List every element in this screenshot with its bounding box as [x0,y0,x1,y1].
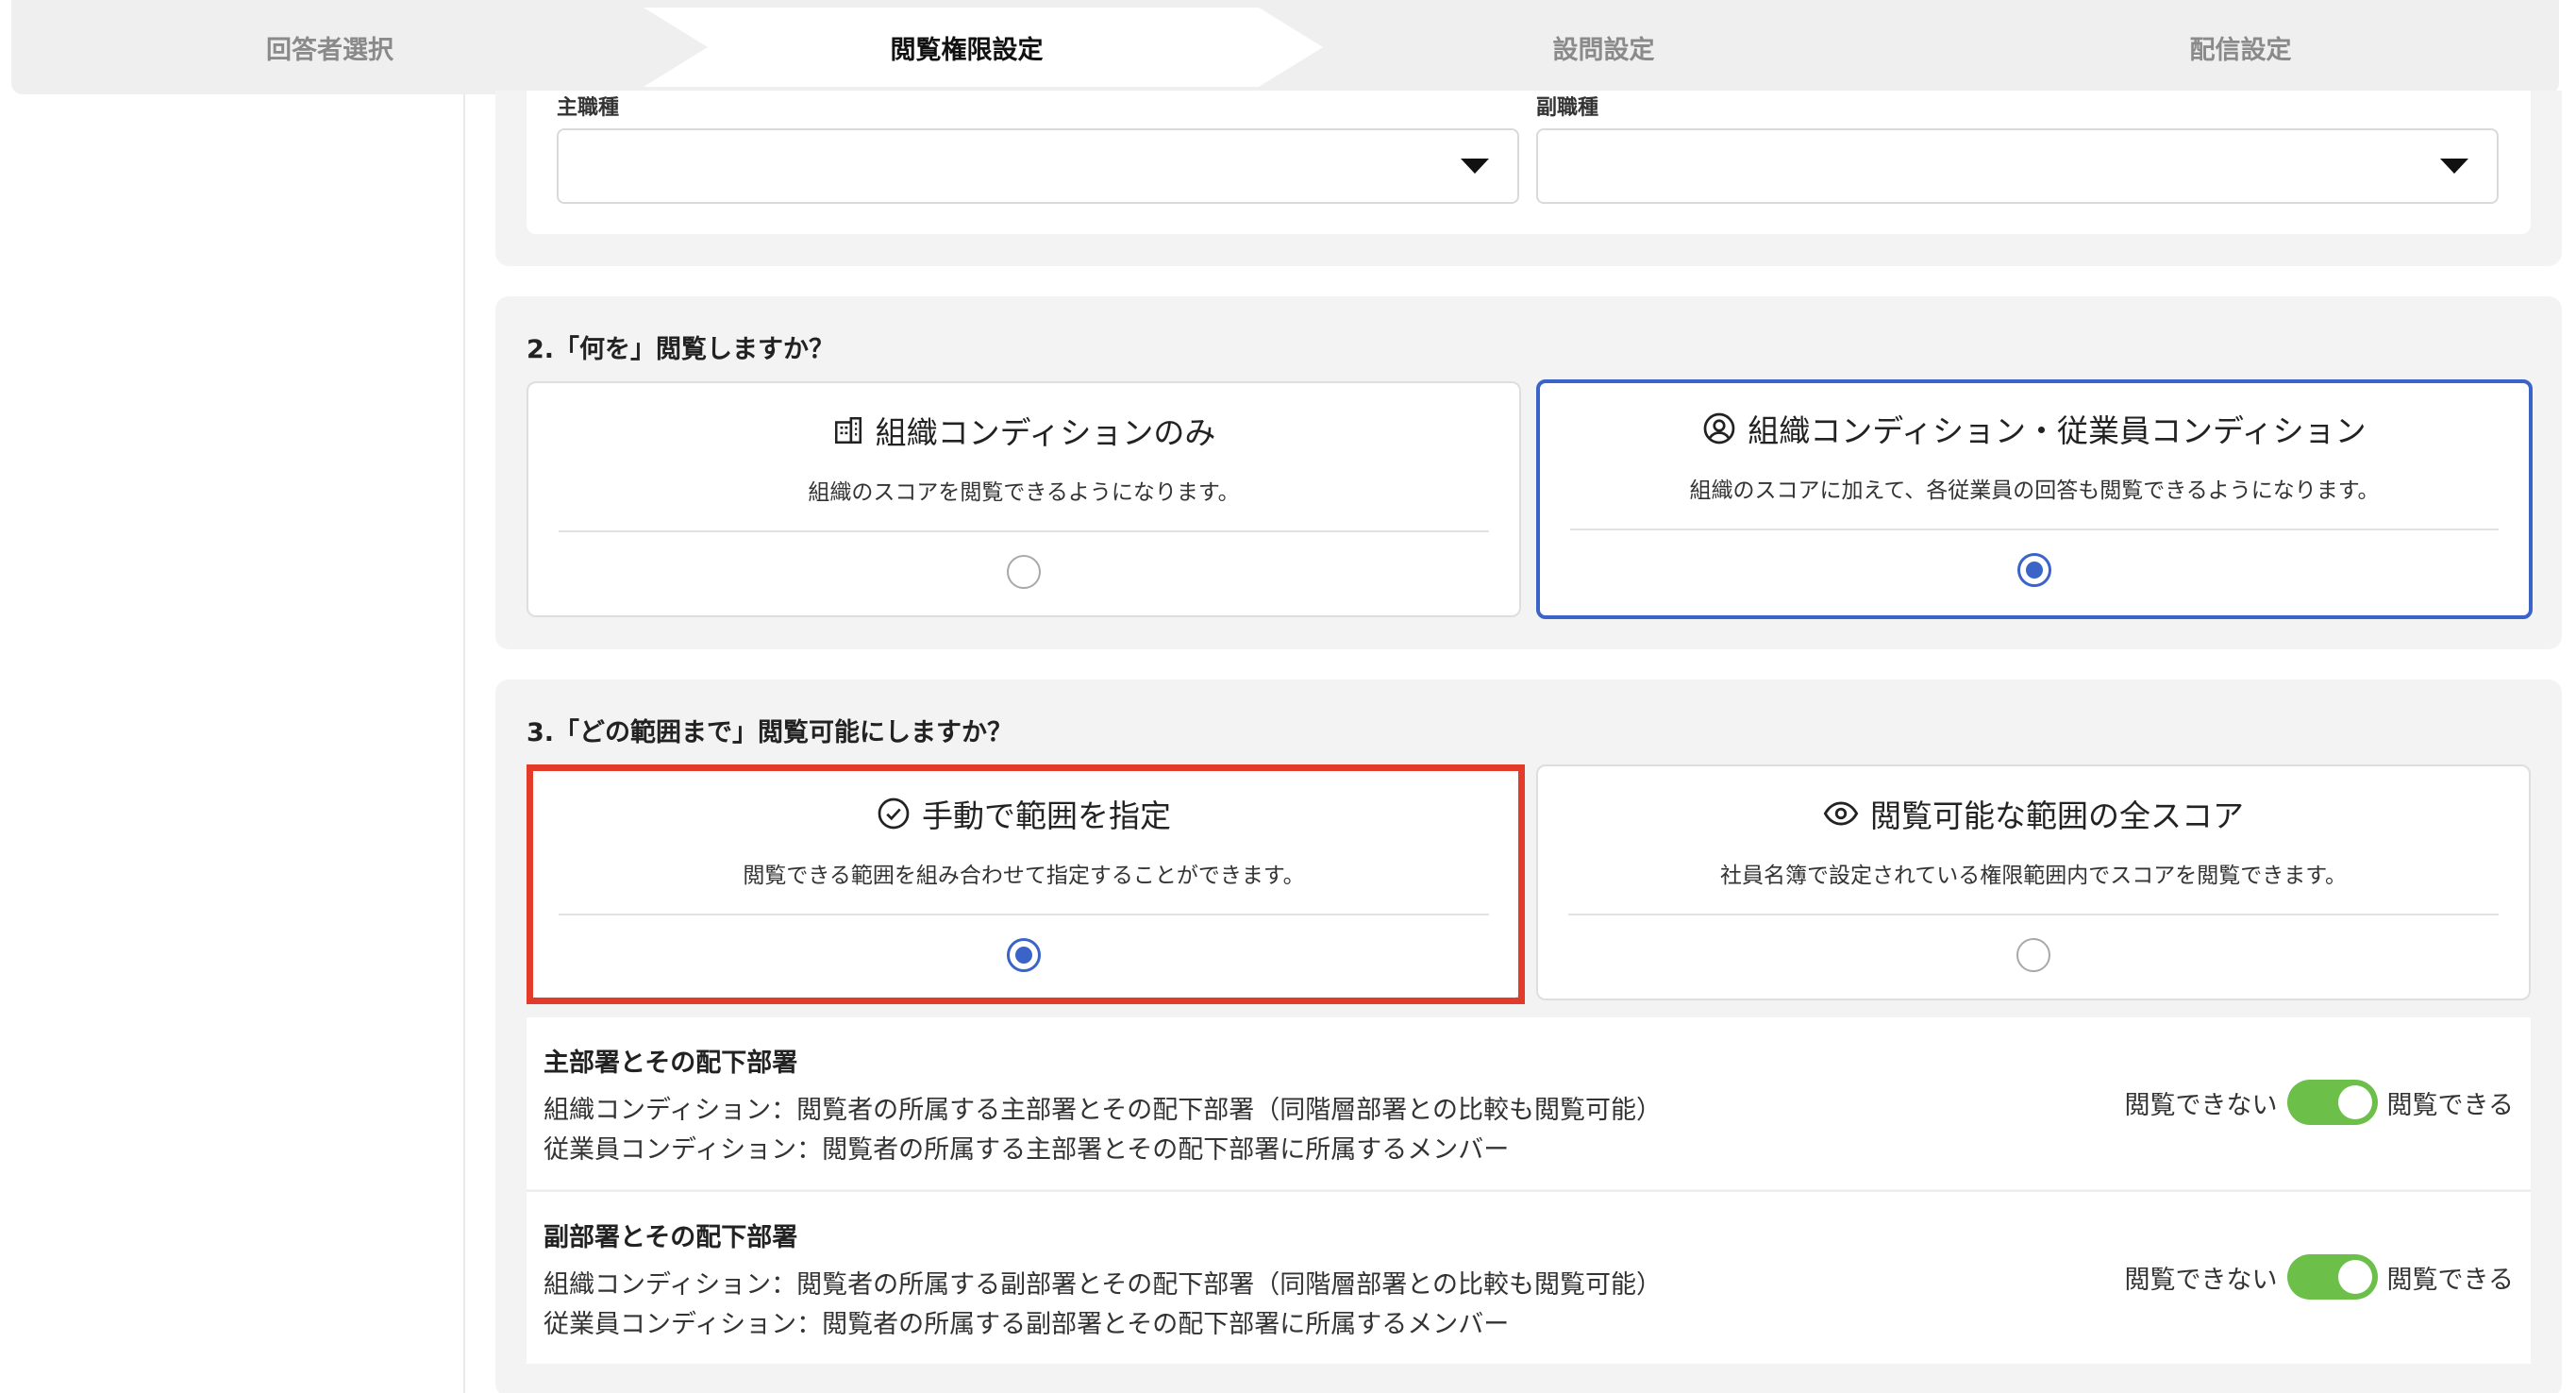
row-title: 主部署とその配下部署 [544,1049,798,1078]
row-org-condition-text: 組織コンディション：閲覧者の所属する副部署とその配下部署（同階層部署との比較も閲… [544,1270,1663,1300]
secondary-job-select[interactable] [1536,128,2499,204]
chevron-down-icon [2440,159,2468,174]
eye-icon [1823,799,1859,828]
permission-row-secondary-dept: 副部署とその配下部署 組織コンディション：閲覧者の所属する副部署とその配下部署（… [527,1192,2531,1364]
radio-manual-range[interactable] [1007,938,1041,972]
permission-toggle-group: 閲覧できない 閲覧できる [2125,1254,2514,1300]
option-divider [559,914,1489,915]
row-employee-condition-text: 従業員コンディション：閲覧者の所属する副部署とその配下部署に所属するメンバー [544,1310,1510,1339]
view-range-title: 3.「どの範囲まで」閲覧可能にしますか？ [527,718,1013,747]
job-type-panel: 主職種 副職種 [527,91,2531,234]
option-label: 組織コンディションのみ [875,414,1216,451]
what-to-view-section: 2.「何を」閲覧しますか？ 組織コンディションのみ 組織のスコアを閲覧できるよう… [495,296,2562,649]
step-label: 設問設定 [1552,35,1655,65]
option-heading: 組織コンディションのみ [528,408,1519,453]
permission-toggle-primary-dept[interactable] [2286,1080,2378,1125]
primary-job-label: 主職種 [557,96,620,120]
page: 回答者選択 閲覧権限設定 設問設定 配信設定 主職種 副職種 2.「何を」閲覧し… [0,0,2576,1393]
stepper: 回答者選択 閲覧権限設定 設問設定 配信設定 [11,0,2559,94]
radio-org-condition-only[interactable] [1007,555,1041,589]
step-delivery-settings[interactable]: 配信設定 [1922,0,2559,94]
option-label: 手動で範囲を指定 [922,797,1171,834]
row-title: 副部署とその配下部署 [544,1223,798,1252]
building-icon [832,414,864,446]
radio-all-scores-in-range[interactable] [2016,938,2050,972]
option-description: 社員名簿で設定されている権限範囲内でスコアを閲覧できます。 [1719,864,2347,888]
chevron-down-icon [1461,159,1489,174]
toggle-off-label: 閲覧できない [2124,1265,2278,1295]
primary-job-select[interactable] [557,128,1519,204]
option-divider [1568,914,2499,915]
step-label: 回答者選択 [266,35,393,65]
secondary-job-label: 副職種 [1536,96,1599,120]
radio-org-and-employee-condition[interactable] [2017,553,2051,587]
option-description: 組織のスコアに加えて、各従業員の回答も閲覧できるようになります。 [1689,478,2380,503]
option-heading: 手動で範囲を指定 [528,791,1519,836]
toggle-on-label: 閲覧できる [2386,1265,2514,1295]
option-manual-range[interactable]: 手動で範囲を指定 閲覧できる範囲を組み合わせて指定することができます。 [527,764,1521,1000]
option-org-and-employee-condition[interactable]: 組織コンディション・従業員コンディション 組織のスコアに加えて、各従業員の回答も… [1536,379,2533,619]
permission-row-primary-dept: 主部署とその配下部署 組織コンディション：閲覧者の所属する主部署とその配下部署（… [527,1017,2531,1189]
what-to-view-title: 2.「何を」閲覧しますか？ [527,335,835,364]
option-all-scores-in-range[interactable]: 閲覧可能な範囲の全スコア 社員名簿で設定されている権限範囲内でスコアを閲覧できま… [1536,764,2531,1000]
check-circle-icon [877,797,911,831]
permission-toggle-secondary-dept[interactable] [2286,1254,2378,1300]
option-heading: 組織コンディション・従業員コンディション [1540,406,2529,451]
option-label: 組織コンディション・従業員コンディション [1748,412,2367,449]
option-divider [1570,529,2499,530]
sidebar-divider [463,94,465,1393]
option-description: 組織のスコアを閲覧できるようになります。 [808,480,1240,505]
option-divider [559,530,1489,532]
row-employee-condition-text: 従業員コンディション：閲覧者の所属する主部署とその配下部署に所属するメンバー [544,1135,1510,1165]
option-description: 閲覧できる範囲を組み合わせて指定することができます。 [743,864,1305,888]
step-label: 配信設定 [2189,35,2292,65]
job-type-section: 主職種 副職種 [495,91,2562,266]
step-view-permission[interactable]: 閲覧権限設定 [648,0,1285,94]
step-question-settings[interactable]: 設問設定 [1285,0,1922,94]
toggle-on-label: 閲覧できる [2386,1090,2514,1120]
user-circle-icon [1702,411,1736,445]
option-org-condition-only[interactable]: 組織コンディションのみ 組織のスコアを閲覧できるようになります。 [527,381,1521,617]
step-label: 閲覧権限設定 [890,35,1044,65]
option-label: 閲覧可能な範囲の全スコア [1870,797,2244,834]
step-respondent-selection[interactable]: 回答者選択 [11,0,648,94]
option-heading: 閲覧可能な範囲の全スコア [1538,791,2529,836]
toggle-off-label: 閲覧できない [2124,1090,2278,1120]
row-org-condition-text: 組織コンディション：閲覧者の所属する主部署とその配下部署（同階層部署との比較も閲… [544,1096,1663,1125]
permission-toggle-group: 閲覧できない 閲覧できる [2125,1080,2514,1125]
